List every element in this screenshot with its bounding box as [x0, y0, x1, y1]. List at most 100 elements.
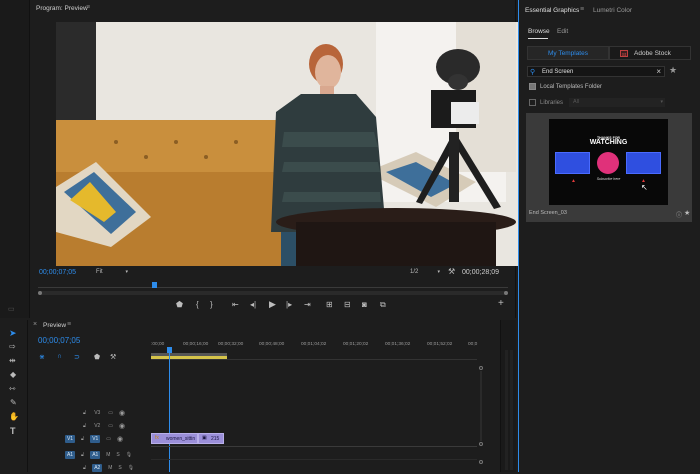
track-header-v3: 🔓︎ V3 ▭ ◉	[65, 407, 180, 419]
lock-icon[interactable]: 🔓︎	[81, 452, 84, 458]
lock-icon[interactable]: ▭	[8, 305, 15, 313]
fit-dropdown[interactable]: Fit ▾	[96, 269, 128, 278]
mark-in-icon[interactable]: {	[196, 300, 199, 309]
lock-icon[interactable]: 🔓︎	[83, 465, 86, 471]
toggle-sync-icon[interactable]: ▭	[108, 423, 113, 429]
source-patch-a1[interactable]: A1	[65, 451, 75, 459]
track-label-a1[interactable]: A1	[90, 451, 101, 459]
microphone-icon[interactable]: 🎙︎	[126, 452, 132, 458]
go-to-in-icon[interactable]: ⇤	[232, 300, 239, 309]
extract-icon[interactable]: ⊟	[344, 300, 351, 309]
zoom-scrollbar[interactable]	[38, 291, 508, 295]
search-input[interactable]: End Screen	[542, 69, 573, 75]
subtab-browse[interactable]: Browse	[528, 28, 550, 35]
track-divider	[151, 446, 477, 447]
ruler-label: 00;01;20;02	[343, 342, 369, 347]
mute-button[interactable]: M	[108, 465, 112, 471]
video-frame-image	[56, 22, 518, 266]
clear-search-icon[interactable]: ×	[656, 67, 661, 76]
mark-out-icon[interactable]: }	[210, 300, 213, 309]
snap-icon[interactable]: ∩	[57, 353, 62, 360]
eye-icon[interactable]: ◉	[119, 409, 125, 417]
solo-button[interactable]: S	[118, 465, 121, 471]
local-templates-label: Local Templates Folder	[540, 84, 602, 90]
eye-icon[interactable]: ◉	[119, 422, 125, 430]
time-ruler[interactable]	[38, 283, 508, 288]
program-monitor-panel: Program: Preview ≡ 00;00;07;05 Fit ▾ 1/2…	[30, 0, 518, 318]
libraries-select[interactable]: All ▾	[569, 98, 665, 107]
toggle-sync-icon[interactable]: ▭	[106, 436, 111, 442]
audio-meter	[510, 350, 513, 470]
play-icon[interactable]: ▶	[269, 299, 276, 310]
graphic-clip-name: 215	[211, 436, 220, 442]
mute-button[interactable]: M	[106, 452, 110, 458]
pen-tool-icon[interactable]: ✎	[10, 398, 17, 407]
tab-lumetri-color[interactable]: Lumetri Color	[593, 7, 632, 14]
add-button-icon[interactable]: +	[498, 298, 504, 309]
track-label-v2[interactable]: V2	[92, 422, 102, 430]
ruler-label: 00;00;48;00	[259, 342, 285, 347]
track-select-tool-icon[interactable]: ⇨	[9, 342, 16, 351]
chevron-down-icon: ▾	[660, 99, 663, 105]
template-card[interactable]: THANKS FOR WATCHING Subscribe here ▲ ▲ ↖…	[526, 113, 692, 222]
step-forward-icon[interactable]: |▸	[286, 300, 292, 309]
hand-tool-icon[interactable]: ✋	[9, 412, 19, 421]
panel-menu-icon[interactable]: ≡	[67, 321, 71, 328]
program-monitor-title[interactable]: Program: Preview	[36, 5, 88, 12]
compare-view-icon[interactable]: ⧉	[380, 300, 386, 310]
current-timecode[interactable]: 00;00;07;05	[39, 269, 76, 276]
graphic-clip[interactable]: ▣ 215	[198, 433, 224, 444]
info-icon[interactable]: ⓘ	[676, 210, 682, 219]
razor-tool-icon[interactable]: ◆	[10, 370, 16, 379]
panel-menu-icon[interactable]: ≡	[86, 4, 90, 11]
libraries-select-value: All	[573, 99, 580, 105]
solo-button[interactable]: S	[116, 452, 119, 458]
star-filter-icon[interactable]: ★	[669, 65, 677, 76]
resolution-dropdown[interactable]: 1/2 ▾	[410, 269, 440, 278]
add-marker-icon[interactable]: ⬟	[176, 300, 183, 309]
vertical-scrollbar[interactable]	[479, 366, 483, 472]
subtab-edit[interactable]: Edit	[557, 28, 568, 35]
video-clip[interactable]: fx women_sittin	[151, 433, 198, 444]
thumb-subscribe-text: Subscribe here	[596, 177, 621, 181]
wrench-icon[interactable]: ⚒	[448, 267, 455, 276]
lock-icon[interactable]: 🔓︎	[83, 410, 86, 416]
source-patch-v1[interactable]: V1	[65, 435, 75, 443]
track-label-v3[interactable]: V3	[92, 409, 102, 417]
camera-icon[interactable]: ◙	[362, 300, 367, 309]
lock-icon[interactable]: 🔓︎	[83, 423, 86, 429]
microphone-icon[interactable]: 🎙︎	[128, 465, 134, 471]
ripple-edit-tool-icon[interactable]: ⇹	[9, 356, 16, 365]
toggle-sync-icon[interactable]: ▭	[108, 410, 113, 416]
go-to-out-icon[interactable]: ⇥	[304, 300, 311, 309]
tab-essential-graphics[interactable]: Essential Graphics	[525, 7, 579, 14]
lock-icon[interactable]: 🔓︎	[81, 436, 84, 442]
work-area-bar[interactable]	[151, 356, 227, 359]
thumb-title-large: WATCHING	[589, 139, 628, 146]
lift-icon[interactable]: ⊞	[326, 300, 333, 309]
slip-tool-icon[interactable]: ⇿	[9, 384, 16, 393]
subtab-browse-underline	[528, 38, 548, 39]
eye-icon[interactable]: ◉	[117, 435, 123, 443]
playhead-marker[interactable]	[152, 282, 157, 288]
favorite-star-icon[interactable]: ★	[684, 209, 690, 217]
linked-selection-icon[interactable]: ⊃	[74, 353, 80, 361]
add-marker-icon[interactable]: ⬟	[94, 353, 100, 361]
nest-toggle-icon[interactable]: ⋇	[39, 353, 45, 361]
libraries-checkbox[interactable]	[529, 99, 536, 106]
search-field[interactable]: ⚲ End Screen ×	[527, 66, 665, 77]
track-label-v1[interactable]: V1	[90, 435, 101, 443]
adobe-stock-button[interactable]: St Adobe Stock	[609, 46, 691, 60]
type-tool-icon[interactable]: T	[10, 426, 16, 436]
local-templates-checkbox[interactable]	[529, 83, 536, 90]
wrench-icon[interactable]: ⚒	[110, 353, 116, 361]
ruler-label: 00;01;04;02	[301, 342, 327, 347]
track-label-a2[interactable]: A2	[92, 464, 103, 472]
close-icon[interactable]: ×	[33, 321, 37, 328]
my-templates-button[interactable]: My Templates	[527, 46, 609, 60]
timeline-title[interactable]: Preview	[43, 322, 66, 329]
panel-menu-icon[interactable]: ≡	[580, 6, 584, 13]
selection-tool-icon[interactable]: ➤	[9, 328, 17, 339]
step-back-icon[interactable]: ◂|	[250, 300, 256, 309]
timeline-timecode[interactable]: 00;00;07;05	[38, 336, 80, 345]
